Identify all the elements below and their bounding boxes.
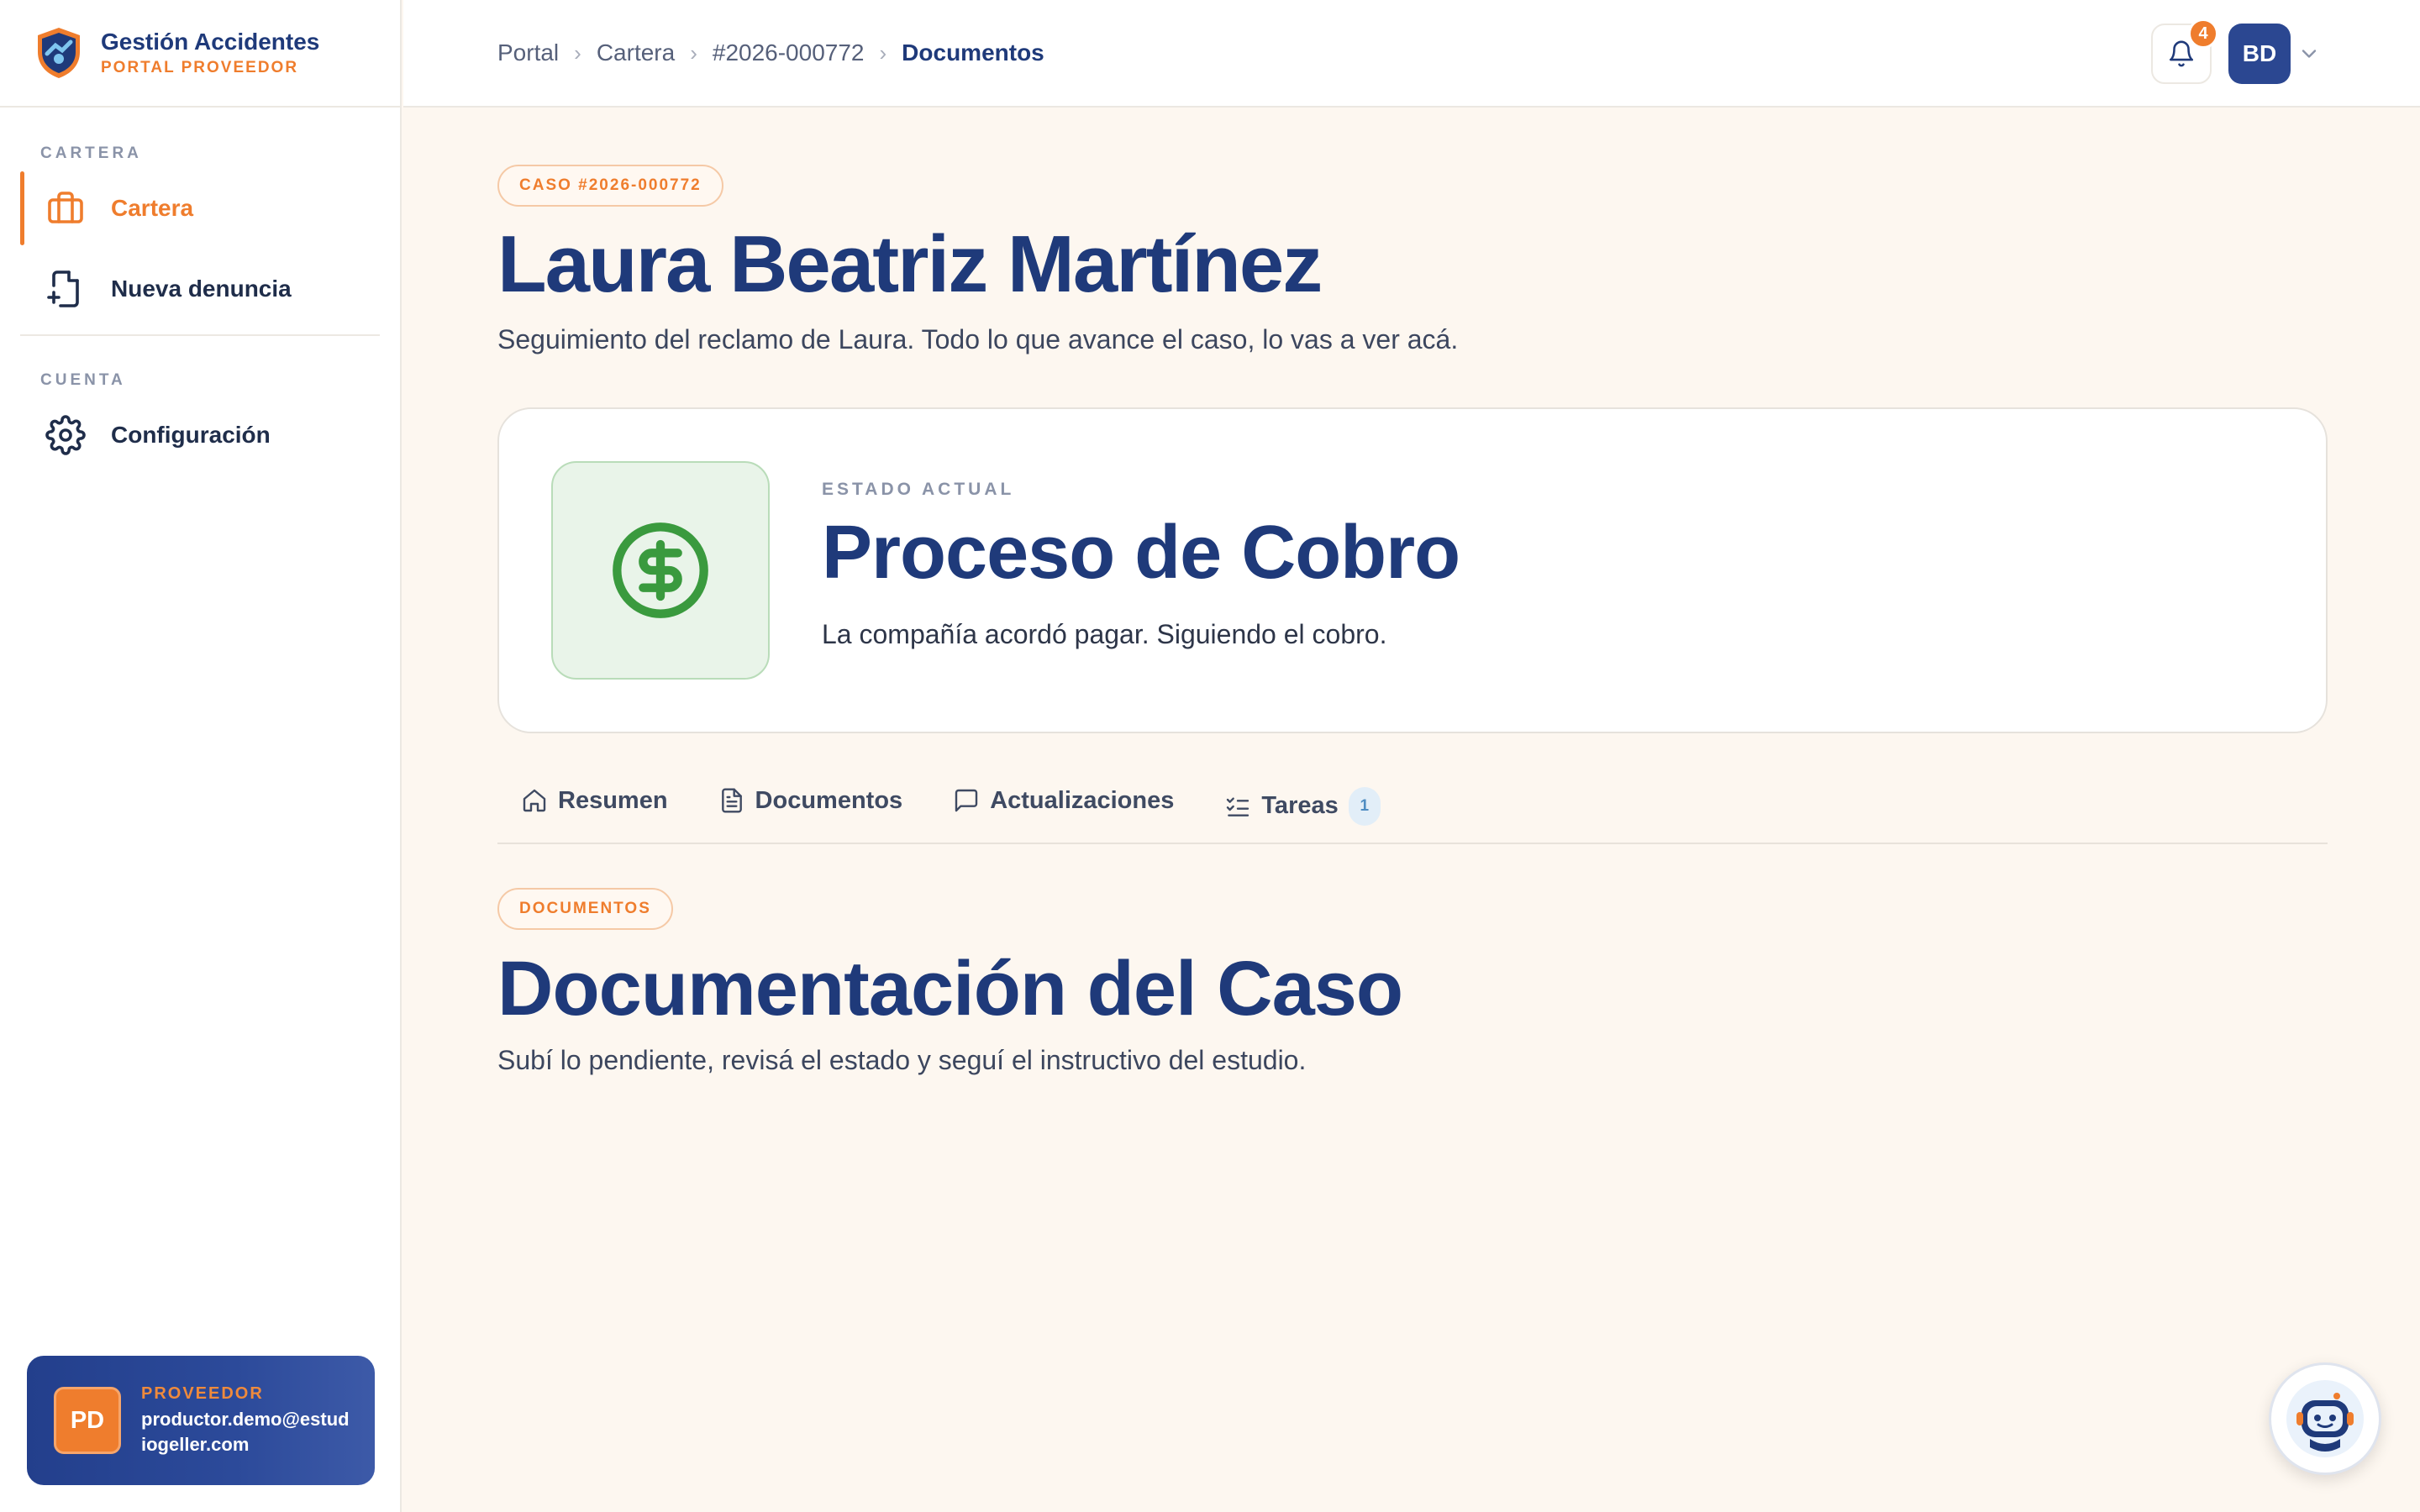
documents-pill: DOCUMENTOS: [497, 887, 673, 930]
sidebar-item-nueva-denuncia[interactable]: Nueva denuncia: [0, 252, 400, 326]
tab-count-badge: 1: [1348, 786, 1381, 826]
chevron-down-icon[interactable]: [2297, 42, 2321, 66]
tab-documentos[interactable]: Documentos: [695, 775, 930, 815]
case-id-pill: CASO #2026-000772: [497, 165, 723, 207]
user-card[interactable]: PD PROVEEDOR productor.demo@estudiogelle…: [27, 1356, 375, 1485]
status-card: ESTADO ACTUAL Proceso de Cobro La compañ…: [497, 407, 2328, 733]
sidebar-item-cartera[interactable]: Cartera: [0, 171, 400, 245]
document-icon: [721, 788, 742, 813]
documents-title: Documentación del Caso: [497, 945, 1403, 1032]
tab-tareas[interactable]: Tareas 1: [1201, 775, 1407, 826]
checklist-icon: [1227, 797, 1249, 816]
notifications-button[interactable]: 4: [2151, 18, 2218, 84]
user-email: productor.demo@estudiogeller.com: [141, 1408, 350, 1455]
tab-label: Tareas: [1261, 792, 1339, 820]
shield-logo-icon: [38, 28, 80, 78]
user-avatar: PD: [54, 1387, 121, 1454]
tab-resumen[interactable]: Resumen: [497, 775, 695, 815]
section-label-cartera: CARTERA: [40, 144, 142, 162]
brand[interactable]: Gestión Accidentes PORTAL PROVEEDOR: [0, 0, 400, 108]
case-tabs: Resumen Documentos Actualizaciones Tarea…: [497, 775, 2328, 844]
sidebar-item-label: Cartera: [111, 195, 194, 221]
briefcase-icon: [48, 192, 83, 223]
tab-actualizaciones[interactable]: Actualizaciones: [929, 775, 1201, 815]
status-eyebrow: ESTADO ACTUAL: [822, 479, 1015, 499]
chevron-right-icon: ›: [690, 39, 697, 66]
breadcrumb-portal[interactable]: Portal: [497, 39, 559, 66]
notification-count-badge: 4: [2188, 18, 2218, 49]
account-avatar-button[interactable]: BD: [2228, 24, 2291, 84]
brand-title: Gestión Accidentes: [101, 28, 320, 55]
chevron-right-icon: ›: [574, 39, 581, 66]
gear-icon: [45, 415, 86, 455]
home-icon: [523, 789, 546, 812]
tab-label: Resumen: [558, 786, 668, 814]
sidebar-item-label: Nueva denuncia: [111, 276, 292, 302]
dollar-circle-icon: [613, 522, 708, 618]
chevron-right-icon: ›: [879, 39, 887, 66]
status-icon-box: [551, 460, 770, 680]
status-description: La compañía acordó pagar. Siguiendo el c…: [822, 618, 1387, 649]
robot-icon: [2286, 1380, 2364, 1457]
topbar: Portal › Cartera › #2026-000772 › Docume…: [403, 0, 2420, 108]
breadcrumb-current: Documentos: [902, 39, 1044, 66]
message-icon: [955, 789, 978, 812]
sidebar-item-label: Configuración: [111, 422, 271, 448]
brand-subtitle: PORTAL PROVEEDOR: [101, 59, 299, 77]
breadcrumb: Portal › Cartera › #2026-000772 › Docume…: [497, 39, 1044, 66]
breadcrumb-cartera[interactable]: Cartera: [597, 39, 675, 66]
main-content: CASO #2026-000772 Laura Beatriz Martínez…: [497, 108, 2328, 1076]
page-description: Seguimiento del reclamo de Laura. Todo l…: [497, 323, 1459, 354]
sidebar-divider: [20, 334, 380, 336]
sidebar: Gestión Accidentes PORTAL PROVEEDOR CART…: [0, 0, 402, 1512]
section-label-cuenta: CUENTA: [40, 371, 126, 389]
file-plus-icon: [47, 270, 79, 307]
breadcrumb-case[interactable]: #2026-000772: [713, 39, 865, 66]
documents-description: Subí lo pendiente, revisá el estado y se…: [497, 1044, 1307, 1075]
assistant-bot-button[interactable]: [2269, 1362, 2381, 1475]
tab-label: Documentos: [755, 786, 903, 814]
page-title: Laura Beatriz Martínez: [497, 219, 1323, 309]
user-role: PROVEEDOR: [141, 1383, 264, 1403]
status-title: Proceso de Cobro: [822, 510, 1460, 595]
tab-label: Actualizaciones: [990, 786, 1175, 814]
sidebar-item-configuracion[interactable]: Configuración: [0, 398, 400, 472]
